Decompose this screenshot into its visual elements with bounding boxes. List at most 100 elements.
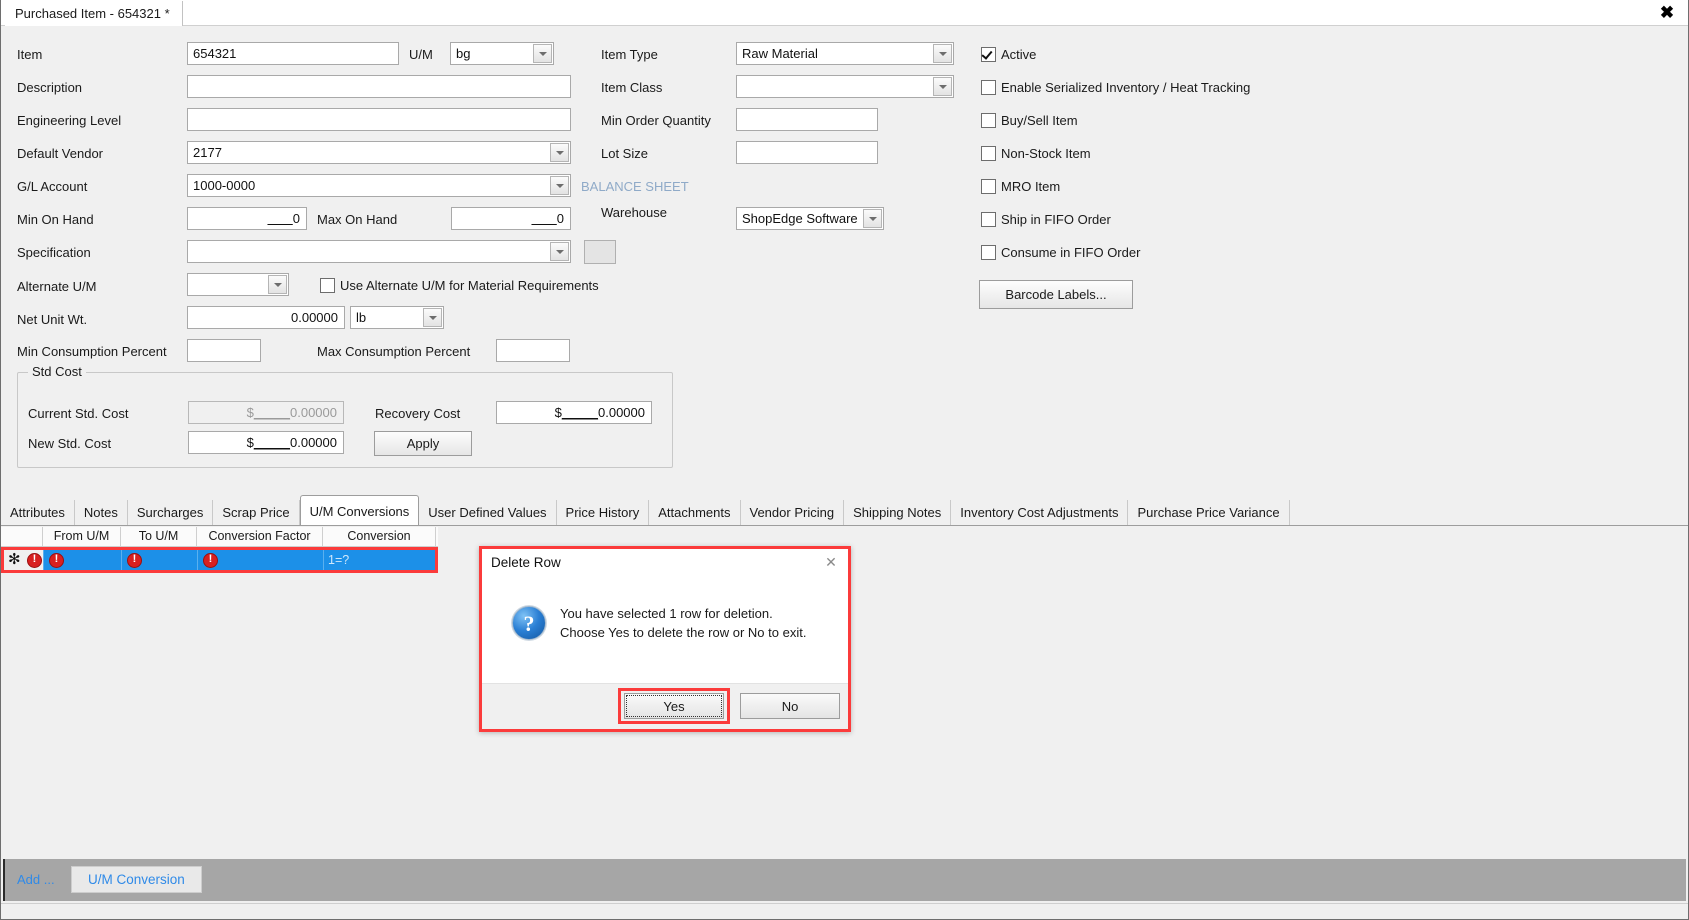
item-input[interactable]: 654321 bbox=[187, 42, 399, 65]
add-link[interactable]: Add ... bbox=[17, 872, 55, 887]
lot-size-input[interactable] bbox=[736, 141, 878, 164]
tab-um-conversions[interactable]: U/M Conversions bbox=[299, 495, 420, 525]
dialog-titlebar: Delete Row ✕ bbox=[482, 549, 848, 579]
specification-combo[interactable] bbox=[187, 240, 571, 263]
checkbox-buy-sell-item[interactable]: Buy/Sell Item bbox=[981, 113, 1078, 128]
min-on-hand-input[interactable]: 0 bbox=[187, 207, 307, 230]
use-alternate-um-checkbox[interactable]: Use Alternate U/M for Material Requireme… bbox=[320, 278, 599, 293]
grid-header-conversion-factor[interactable]: Conversion Factor bbox=[197, 527, 323, 546]
tab-vendor-pricing[interactable]: Vendor Pricing bbox=[740, 500, 845, 525]
new-std-cost-input[interactable]: $_____0.00000 bbox=[188, 431, 344, 454]
um-combo[interactable]: bg bbox=[450, 42, 554, 65]
chevron-down-icon[interactable] bbox=[933, 77, 952, 96]
tab-scrap-price[interactable]: Scrap Price bbox=[213, 500, 300, 525]
tab-notes[interactable]: Notes bbox=[74, 500, 128, 525]
chevron-down-icon[interactable] bbox=[550, 143, 569, 162]
warehouse-combo[interactable]: ShopEdge Software bbox=[736, 207, 884, 230]
label-item-class: Item Class bbox=[601, 80, 663, 95]
yes-button[interactable]: Yes bbox=[624, 693, 724, 719]
tab-surcharges[interactable]: Surcharges bbox=[127, 500, 214, 525]
chevron-down-icon[interactable] bbox=[268, 275, 287, 294]
tab-purchase-price-variance[interactable]: Purchase Price Variance bbox=[1128, 500, 1290, 525]
grid-header-from-um[interactable]: From U/M bbox=[43, 527, 121, 546]
current-std-cost-input: $_____0.00000 bbox=[188, 401, 344, 424]
chevron-down-icon[interactable] bbox=[863, 209, 882, 228]
checkbox-non-stock-item[interactable]: Non-Stock Item bbox=[981, 146, 1091, 161]
tab-attachments[interactable]: Attachments bbox=[649, 500, 741, 525]
recovery-cost-input[interactable]: $_____0.00000 bbox=[496, 401, 652, 424]
chevron-down-icon[interactable] bbox=[423, 308, 442, 327]
net-unit-wt-input[interactable]: 0.00000 bbox=[187, 306, 345, 329]
default-vendor-combo[interactable]: 2177 bbox=[187, 141, 571, 164]
min-order-quantity-input[interactable] bbox=[736, 108, 878, 131]
dialog-message: You have selected 1 row for deletion. Ch… bbox=[560, 604, 838, 642]
checkbox-non-stock-item-label: Non-Stock Item bbox=[1001, 146, 1091, 161]
tab-inventory-cost-adjustments[interactable]: Inventory Cost Adjustments bbox=[951, 500, 1129, 525]
gl-account-combo[interactable]: 1000-0000 bbox=[187, 174, 571, 197]
conversion-factor-error-icon[interactable] bbox=[203, 552, 218, 568]
row-error-icon[interactable] bbox=[27, 552, 42, 568]
use-alternate-um-label: Use Alternate U/M for Material Requireme… bbox=[340, 278, 599, 293]
row-marker-cell[interactable]: ✻ bbox=[4, 550, 44, 570]
checkbox-mro-item[interactable]: MRO Item bbox=[981, 179, 1060, 194]
specification-browse-button[interactable] bbox=[584, 240, 616, 264]
alternate-um-combo[interactable] bbox=[187, 273, 289, 296]
document-tab-purchased-item[interactable]: Purchased Item - 654321 * bbox=[5, 1, 183, 26]
checkbox-active[interactable]: Active bbox=[981, 47, 1036, 62]
max-consumption-percent-input[interactable] bbox=[496, 339, 570, 362]
checkbox-consume-in-fifo-order[interactable]: Consume in FIFO Order bbox=[981, 245, 1140, 260]
purchased-item-window: Purchased Item - 654321 * ✖ Item Descrip… bbox=[0, 0, 1689, 920]
item-class-combo[interactable] bbox=[736, 75, 954, 98]
max-on-hand-input[interactable]: 0 bbox=[451, 207, 571, 230]
tab-user-defined-values[interactable]: User Defined Values bbox=[419, 500, 557, 525]
chevron-down-icon[interactable] bbox=[933, 44, 952, 63]
current-std-cost-value: $_____0.00000 bbox=[246, 405, 337, 420]
close-icon[interactable]: ✖ bbox=[1656, 2, 1678, 24]
label-item-type: Item Type bbox=[601, 47, 658, 62]
cell-from-um[interactable] bbox=[44, 550, 122, 570]
apply-button[interactable]: Apply bbox=[374, 431, 472, 456]
to-um-error-icon[interactable] bbox=[127, 552, 142, 568]
from-um-error-icon[interactable] bbox=[49, 552, 64, 568]
chevron-down-icon[interactable] bbox=[550, 176, 569, 195]
checkbox-ship-in-fifo-order[interactable]: Ship in FIFO Order bbox=[981, 212, 1111, 227]
label-alternate-um: Alternate U/M bbox=[17, 279, 97, 294]
cell-to-um[interactable] bbox=[122, 550, 198, 570]
tab-price-history[interactable]: Price History bbox=[556, 500, 650, 525]
item-type-combo[interactable]: Raw Material bbox=[736, 42, 954, 65]
um-conversion-button-label: U/M Conversion bbox=[88, 872, 185, 887]
dialog-title: Delete Row bbox=[491, 555, 561, 570]
no-button-label: No bbox=[781, 698, 799, 714]
checkbox-enable-serialized-inventory[interactable]: Enable Serialized Inventory / Heat Track… bbox=[981, 80, 1250, 95]
tab-attributes[interactable]: Attributes bbox=[1, 500, 75, 525]
min-consumption-percent-input[interactable] bbox=[187, 339, 261, 362]
question-icon bbox=[512, 606, 546, 640]
tab-label: U/M Conversions bbox=[309, 504, 410, 519]
yes-button-label: Yes bbox=[663, 698, 685, 714]
chevron-down-icon[interactable] bbox=[550, 242, 569, 261]
tab-shipping-notes[interactable]: Shipping Notes bbox=[844, 500, 952, 525]
no-button[interactable]: No bbox=[740, 693, 840, 719]
balance-sheet-text: BALANCE SHEET bbox=[581, 179, 689, 194]
net-unit-wt-uom-combo[interactable]: lb bbox=[350, 306, 444, 329]
grid-row-highlight: ✻ 1=? bbox=[1, 547, 438, 573]
table-row[interactable]: ✻ 1=? bbox=[4, 550, 435, 570]
cell-conversion-factor[interactable] bbox=[198, 550, 324, 570]
chevron-down-icon[interactable] bbox=[533, 44, 552, 63]
max-on-hand-value: 0 bbox=[556, 211, 564, 226]
barcode-labels-button[interactable]: Barcode Labels... bbox=[979, 280, 1133, 309]
grid-header-to-um[interactable]: To U/M bbox=[121, 527, 197, 546]
cell-conversion[interactable]: 1=? bbox=[324, 550, 435, 570]
description-input[interactable] bbox=[187, 75, 571, 98]
dialog-close-icon[interactable]: ✕ bbox=[822, 554, 840, 572]
std-cost-group: Std Cost Current Std. Cost $_____0.00000… bbox=[17, 364, 673, 468]
grid-header-conversion[interactable]: Conversion bbox=[323, 527, 436, 546]
recovery-cost-value: $_____0.00000 bbox=[554, 405, 645, 420]
apply-button-label: Apply bbox=[406, 436, 440, 451]
um-conversion-button[interactable]: U/M Conversion bbox=[71, 866, 202, 893]
item-value: 654321 bbox=[193, 46, 237, 61]
label-min-on-hand: Min On Hand bbox=[17, 212, 94, 227]
engineering-level-input[interactable] bbox=[187, 108, 571, 131]
grid-header-rowmarker bbox=[1, 527, 43, 546]
new-std-cost-value: $_____0.00000 bbox=[246, 435, 337, 450]
